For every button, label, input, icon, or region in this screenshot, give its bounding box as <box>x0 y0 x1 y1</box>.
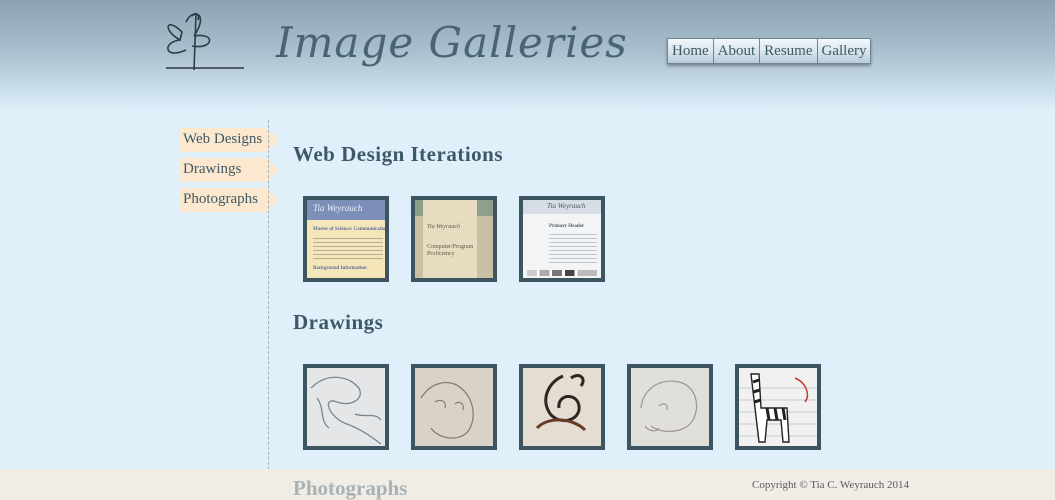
drawings-section-title: Drawings <box>293 310 384 334</box>
thumbnail-swatches <box>527 270 597 276</box>
drawing-thumbnail-4[interactable] <box>627 364 713 450</box>
sidebar-item-photographs[interactable]: Photographs <box>179 188 279 212</box>
thumbnail-subtitle: Primary Header <box>549 224 585 229</box>
drawing-thumbnail-3[interactable] <box>519 364 605 450</box>
sidebar-divider <box>268 120 269 500</box>
butterfly-sketch-icon[interactable] <box>158 10 250 76</box>
thumbnail-subtitle: Master of Science: Communication <box>313 227 389 232</box>
thumbnail-text-lines <box>549 234 597 264</box>
copyright-text: Copyright © Tia C. Weyrauch 2014 <box>752 479 909 491</box>
site-title: Image Galleries <box>276 18 628 67</box>
web-design-thumbnails: Tia Weyrauch Master of Science: Communic… <box>303 196 627 282</box>
sidebar-item-web-designs[interactable]: Web Designs <box>179 128 279 152</box>
thumbnail-content-panel <box>423 200 477 278</box>
thumbnail-name: Tia Weyrauch <box>427 224 460 230</box>
thumbnail-extra: Background Information <box>313 266 367 271</box>
drawings-thumbnails <box>303 364 843 450</box>
thumbnail-text-lines <box>313 238 383 262</box>
sidebar-item-drawings[interactable]: Drawings <box>179 158 279 182</box>
knot-sketch-icon <box>535 374 587 432</box>
photographs-section-title: Photographs <box>293 476 408 500</box>
gallery-sidebar: Web Designs Drawings Photographs <box>179 128 279 218</box>
nav-about-link[interactable]: About <box>712 39 760 63</box>
nav-resume-link[interactable]: Resume <box>759 39 816 63</box>
header: Image Galleries Home About Resume Galler… <box>0 0 1055 112</box>
drawing-thumbnail-2[interactable] <box>411 364 497 450</box>
zebra-sketch-icon <box>739 373 817 443</box>
cat-sketch-icon <box>420 381 474 439</box>
nav-home-link[interactable]: Home <box>668 39 713 63</box>
web-design-section-title: Web Design Iterations <box>293 142 503 166</box>
top-navigation: Home About Resume Gallery <box>667 38 872 64</box>
web-design-thumbnail-1[interactable]: Tia Weyrauch Master of Science: Communic… <box>303 196 389 282</box>
web-design-thumbnail-3[interactable]: Tia Weyrauch Primary Header <box>519 196 605 282</box>
dragon-sketch-icon <box>310 376 382 445</box>
nav-gallery-link[interactable]: Gallery <box>816 39 871 63</box>
web-design-thumbnail-2[interactable]: Tia Weyrauch Computer/Program Proficienc… <box>411 196 497 282</box>
thumbnail-subtitle: Computer/Program Proficiency <box>427 244 474 257</box>
thumbnail-name: Tia Weyrauch <box>547 202 586 210</box>
lion-sketch-icon <box>640 380 698 432</box>
drawing-thumbnail-1[interactable] <box>303 364 389 450</box>
thumbnail-name: Tia Weyrauch <box>313 203 363 213</box>
drawing-thumbnail-5[interactable] <box>735 364 821 450</box>
